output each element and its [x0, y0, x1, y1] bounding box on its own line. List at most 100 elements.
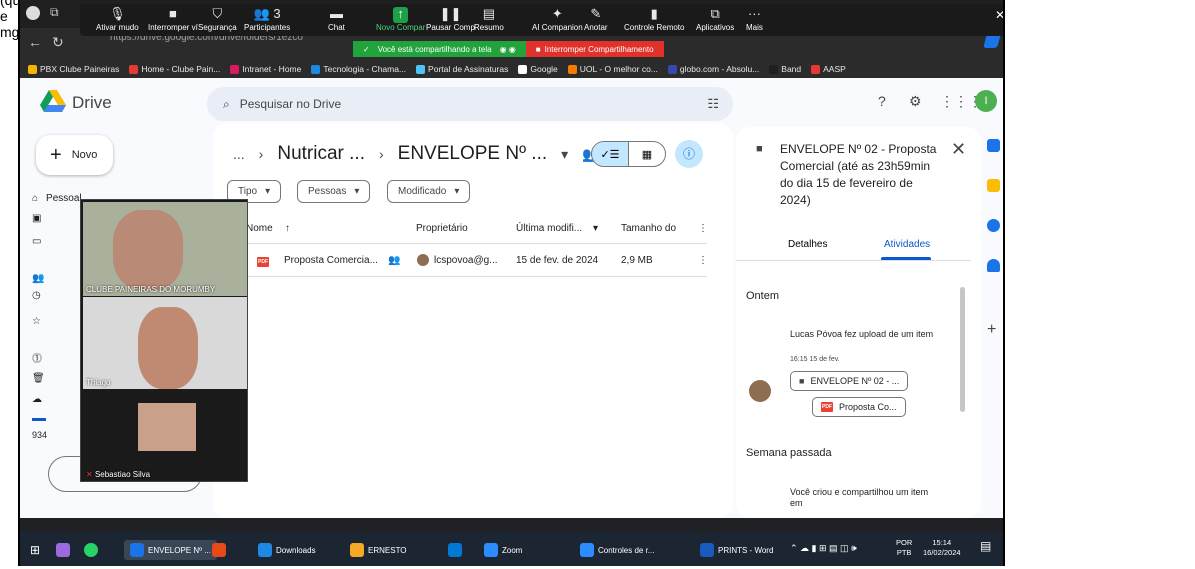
tab-icon[interactable]: ⧉ — [50, 5, 59, 20]
file-chip[interactable]: PDF Proposta Co... — [812, 397, 906, 417]
bookmark-item[interactable]: Google — [518, 64, 558, 74]
video-tile[interactable]: ✕ Sebastiao Silva — [83, 390, 247, 481]
taskbar-app[interactable]: PRINTS - Word — [700, 540, 773, 560]
bookmark-item[interactable]: globo.com - Absolu... — [667, 64, 759, 74]
tab-activity[interactable]: Atividades — [884, 239, 930, 250]
breadcrumb-current[interactable]: ENVELOPE Nº ... — [398, 143, 548, 165]
grid-view-icon[interactable]: ▦ — [629, 142, 665, 166]
list-view-icon[interactable]: ✓☰ — [592, 142, 629, 166]
taskbar-app[interactable]: Controles de r... — [580, 540, 654, 560]
file-name[interactable]: Proposta Comercia... — [284, 255, 378, 266]
search-bar[interactable]: ⌕ Pesquisar no Drive ☷ — [207, 87, 733, 121]
back-icon[interactable]: ← — [28, 34, 42, 50]
info-icon[interactable]: ⓘ — [675, 140, 703, 168]
notification-icon[interactable]: ▤ — [980, 540, 991, 552]
sidebar-item-drive[interactable]: ▣ — [32, 213, 41, 224]
sidebar-item-pessoal[interactable]: ⌂ Pessoal — [32, 193, 82, 204]
bookmark-item[interactable]: Band — [769, 64, 801, 74]
zoom-pausar-comp-button[interactable]: ❚❚ Pausar Comp — [426, 4, 475, 36]
zoom-novo-compar-button[interactable]: ↑ Novo Compar — [376, 4, 425, 36]
tasks-icon[interactable] — [987, 219, 1000, 232]
sidebar-item-starred[interactable]: ☆ — [32, 316, 41, 327]
zoom-participantes-button[interactable]: 👥 3 Participantes — [244, 4, 290, 36]
sidebar-item-shared[interactable]: 👥 — [32, 273, 44, 284]
zoom-ativar-mudo-button[interactable]: 🎙 Ativar mudo — [96, 4, 139, 36]
row-more-icon[interactable]: ⋮ — [698, 255, 708, 266]
sidebar-item-storage[interactable]: ☁ — [32, 394, 42, 405]
column-owner[interactable]: Proprietário — [416, 223, 468, 234]
app-icon — [448, 543, 462, 557]
gear-icon[interactable]: ⚙ — [909, 93, 922, 110]
sidebar-item-recent[interactable]: ◷ — [32, 290, 41, 301]
filter-modified[interactable]: Modificado ▾ — [387, 180, 471, 203]
zoom-resumo-button[interactable]: ▤ Resumo — [474, 4, 504, 36]
calendar-icon[interactable] — [987, 139, 1000, 152]
windows-start-icon[interactable]: ⊞ — [30, 540, 40, 560]
drive-logo-icon[interactable] — [40, 90, 66, 112]
dropdown-icon[interactable]: ▾ — [561, 146, 568, 163]
help-icon[interactable]: ? — [878, 93, 886, 109]
zoom-seguran-a-button[interactable]: ⛉ Segurança — [198, 4, 237, 36]
stop-sharing-button[interactable]: ■ Interromper Compartilhamento — [525, 41, 664, 57]
video-tile[interactable]: Thiago — [83, 297, 247, 389]
dropdown-icon[interactable]: ▾ — [593, 223, 598, 234]
bookmark-item[interactable]: AASP — [811, 64, 846, 74]
view-toggle[interactable]: ✓☰ ▦ — [591, 141, 666, 167]
more-options-icon[interactable]: ⋮ — [698, 223, 708, 234]
column-size[interactable]: Tamanho do — [621, 223, 676, 234]
search-options-icon[interactable]: ☷ — [707, 96, 719, 112]
zoom-interromper-v--button[interactable]: ■ Interromper ví — [148, 4, 198, 36]
filter-people[interactable]: Pessoas ▾ — [297, 180, 371, 203]
remote-control-icon: ▮ — [650, 6, 658, 21]
keep-icon[interactable] — [987, 179, 1000, 192]
taskbar-app-icon[interactable] — [56, 540, 70, 560]
taskbar-app[interactable]: ENVELOPE Nº ... — [124, 540, 217, 560]
search-icon[interactable]: ⌕ — [223, 97, 230, 112]
zoom-controle-remoto-button[interactable]: ▮ Controle Remoto — [624, 4, 684, 36]
system-tray-icons[interactable]: ⌃ ☁ ▮ ⊞ ▤ ◫ 🕪 — [790, 543, 857, 553]
bookmark-item[interactable]: Tecnologia - Chama... — [311, 64, 406, 74]
breadcrumb-parent[interactable]: Nutricar ... — [277, 143, 365, 165]
taskbar-app[interactable]: ERNESTO — [350, 540, 407, 560]
taskbar-app[interactable]: Downloads — [258, 540, 316, 560]
zoom-anotar-button[interactable]: ✎ Anotar — [584, 4, 608, 36]
close-icon[interactable]: ✕ — [995, 8, 1003, 22]
extension-icon[interactable] — [983, 34, 1001, 48]
sidebar-item-trash[interactable]: 🗑 — [32, 373, 45, 384]
folder-chip[interactable]: ■ ENVELOPE Nº 02 - ... — [790, 371, 909, 391]
sidebar-item-computers[interactable]: ▭ — [32, 236, 41, 247]
new-button[interactable]: + Novo — [36, 135, 113, 175]
breadcrumb-ellipsis[interactable]: ... — [233, 146, 245, 162]
whatsapp-icon[interactable] — [84, 540, 98, 560]
filter-modified-label: Modificado — [398, 186, 447, 197]
bookmark-item[interactable]: UOL - O melhor co... — [567, 64, 658, 74]
profile-icon[interactable] — [26, 6, 40, 20]
taskbar-app[interactable]: Zoom — [484, 540, 522, 560]
video-tile[interactable]: CLUBE PAINEIRAS DO MORUMBY — [83, 202, 247, 296]
plus-icon[interactable]: + — [987, 321, 996, 339]
taskbar-app[interactable] — [448, 540, 462, 560]
apps-icon: ⧉ — [710, 6, 720, 21]
zoom-aplicativos-button[interactable]: ⧉ Aplicativos — [696, 4, 734, 36]
scrollbar[interactable] — [960, 287, 965, 412]
tab-details[interactable]: Detalhes — [788, 239, 827, 250]
avatar[interactable]: I — [975, 90, 997, 112]
contacts-icon[interactable] — [987, 259, 1000, 272]
close-icon[interactable]: ✕ — [951, 139, 966, 160]
column-name[interactable]: Nome — [246, 223, 273, 234]
clock[interactable]: 15:14 16/02/2024 — [923, 538, 961, 558]
pin-icon: ✓ — [363, 44, 370, 54]
language-indicator[interactable]: POR PTB — [896, 538, 912, 558]
sort-arrow-icon[interactable]: ↑ — [285, 223, 290, 234]
taskbar-app[interactable] — [212, 540, 226, 560]
column-modified[interactable]: Última modifi... — [516, 223, 582, 234]
zoom-ai-companion-button[interactable]: ✦ AI Companion — [532, 4, 583, 36]
zoom-mais-button[interactable]: ··· Mais — [746, 4, 763, 36]
sidebar-item-spam[interactable]: ⓵ — [32, 350, 42, 365]
bookmark-item[interactable]: PBX Clube Paineiras — [28, 64, 119, 74]
bookmark-item[interactable]: Portal de Assinaturas — [416, 64, 508, 74]
bookmark-item[interactable]: Intranet - Home — [230, 64, 301, 74]
zoom-chat-button[interactable]: ▬ Chat — [328, 4, 345, 36]
reload-icon[interactable]: ↻ — [52, 34, 64, 51]
bookmark-item[interactable]: Home - Clube Pain... — [129, 64, 220, 74]
